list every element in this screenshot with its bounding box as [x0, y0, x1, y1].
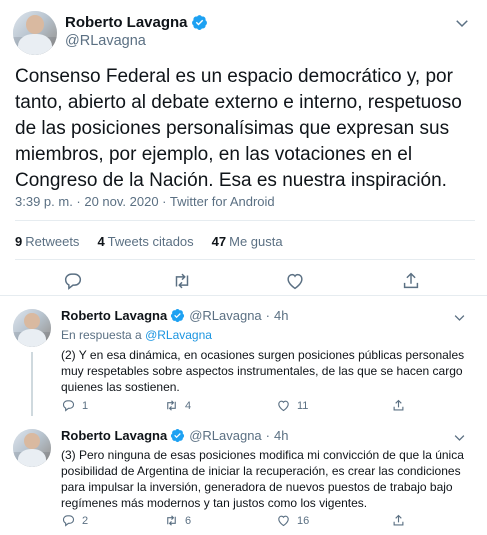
like-action[interactable]: 11	[276, 398, 308, 413]
reply-text: (2) Y en esa dinámica, en ocasiones surg…	[61, 348, 465, 394]
share-icon[interactable]	[400, 270, 422, 292]
author-name[interactable]: Roberto Lavagna	[65, 14, 188, 31]
author-name[interactable]: Roberto Lavagna	[61, 308, 167, 323]
share-icon[interactable]	[391, 398, 406, 413]
reply-action[interactable]: 2	[61, 513, 88, 528]
retweets-stat[interactable]: 9 Retweets	[15, 234, 79, 249]
like-icon[interactable]	[276, 398, 291, 413]
author-handle[interactable]: @RLavagna	[189, 428, 261, 443]
share-icon[interactable]	[391, 513, 406, 528]
retweet-action[interactable]: 4	[164, 398, 191, 413]
likes-stat[interactable]: 47 Me gusta	[212, 234, 283, 249]
divider	[15, 220, 475, 221]
chevron-down-icon[interactable]	[453, 14, 471, 32]
retweet-count: 6	[185, 514, 192, 527]
separator-dot: ·	[265, 428, 270, 443]
tweet-time[interactable]: 4h	[274, 308, 288, 323]
reply-actions: 2 6 16	[61, 513, 471, 531]
verified-badge-icon	[191, 15, 207, 30]
share-action[interactable]	[391, 513, 406, 528]
author-handle[interactable]: @RLavagna	[65, 33, 146, 49]
verified-badge-icon	[171, 308, 185, 323]
author-handle[interactable]: @RLavagna	[189, 308, 261, 323]
reply-tweet[interactable]: Roberto Lavagna @RLavagna · 4h En respue…	[0, 300, 487, 424]
author-name-row[interactable]: Roberto Lavagna @RLavagna · 4h	[61, 308, 288, 323]
like-icon[interactable]	[284, 270, 306, 292]
like-action[interactable]: 16	[276, 513, 309, 528]
reply-to-mention-link[interactable]: @RLavagna	[145, 328, 212, 342]
tweet-time[interactable]: 4h	[274, 428, 288, 443]
reply-context: En respuesta a @RLavagna	[61, 328, 212, 342]
retweet-count: 4	[185, 399, 192, 412]
main-tweet: Roberto Lavagna @RLavagna Consenso Feder…	[0, 0, 487, 296]
retweet-icon[interactable]	[164, 398, 179, 413]
reply-icon[interactable]	[62, 270, 84, 292]
author-name[interactable]: Roberto Lavagna	[61, 428, 167, 443]
separator-dot: ·	[265, 308, 270, 323]
chevron-down-icon[interactable]	[452, 430, 467, 445]
chevron-down-icon[interactable]	[452, 310, 467, 325]
verified-badge-icon	[171, 428, 185, 443]
retweet-icon[interactable]	[164, 513, 179, 528]
reply-text: (3) Pero ninguna de esas posiciones modi…	[61, 448, 464, 510]
reply-icon[interactable]	[61, 398, 76, 413]
author-name-row[interactable]: Roberto Lavagna	[65, 14, 208, 31]
tweet-text: Consenso Federal es un espacio democráti…	[15, 66, 462, 191]
like-count: 16	[297, 514, 310, 527]
reply-action[interactable]: 1	[61, 398, 88, 413]
avatar[interactable]	[13, 11, 57, 55]
avatar[interactable]	[13, 309, 51, 347]
retweet-action[interactable]: 6	[164, 513, 191, 528]
avatar[interactable]	[13, 429, 51, 467]
divider	[15, 259, 475, 260]
tweet-timestamp-source[interactable]: 3:39 p. m. · 20 nov. 2020 · Twitter for …	[15, 194, 275, 209]
quotes-stat[interactable]: 4 Tweets citados	[97, 234, 193, 249]
reply-actions: 1 4 11	[61, 398, 471, 416]
share-action[interactable]	[391, 398, 406, 413]
like-icon[interactable]	[276, 513, 291, 528]
retweet-icon[interactable]	[171, 270, 193, 292]
like-count: 11	[297, 399, 309, 412]
thread-connector-line	[31, 352, 33, 416]
author-name-row[interactable]: Roberto Lavagna @RLavagna · 4h	[61, 428, 288, 443]
tweet-stats: 9 Retweets 4 Tweets citados 47 Me gusta	[15, 234, 283, 249]
reply-tweet[interactable]: Roberto Lavagna @RLavagna · 4h (3) Pero …	[0, 420, 487, 535]
reply-count: 1	[82, 399, 89, 412]
reply-count: 2	[82, 514, 89, 527]
reply-icon[interactable]	[61, 513, 76, 528]
